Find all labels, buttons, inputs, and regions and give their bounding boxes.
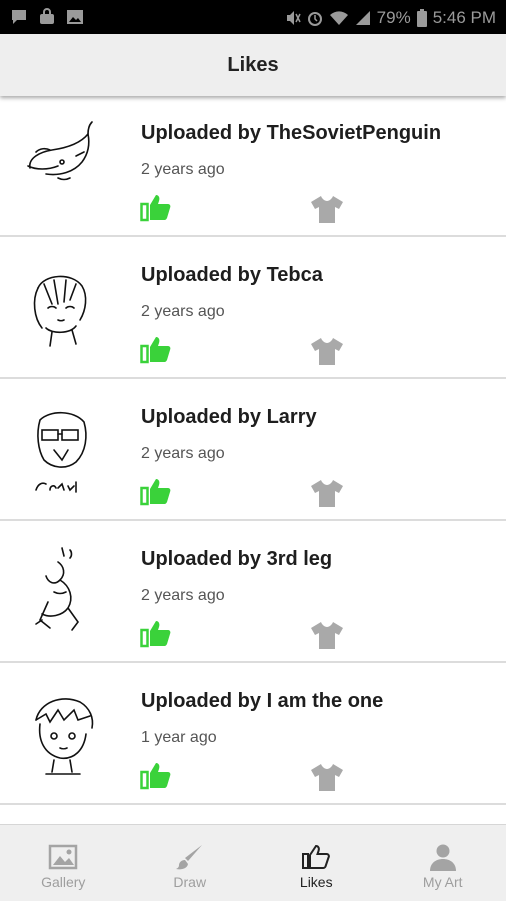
bag-icon xyxy=(38,8,56,26)
status-bar: 79% 5:46 PM xyxy=(0,0,506,34)
brush-icon xyxy=(175,843,205,871)
list-item[interactable]: Uploaded by Tebca 2 years ago xyxy=(0,238,506,379)
chat-icon xyxy=(10,8,28,26)
nav-item-gallery[interactable]: Gallery xyxy=(0,825,127,901)
page-title: Likes xyxy=(227,54,278,77)
tshirt-icon[interactable] xyxy=(310,336,344,366)
nav-item-my-art[interactable]: My Art xyxy=(380,825,506,901)
nav-item-likes[interactable]: Likes xyxy=(253,825,380,901)
drawing-thumbnail[interactable] xyxy=(18,400,104,496)
signal-icon xyxy=(355,9,371,27)
drawing-thumbnail[interactable] xyxy=(18,542,104,638)
alarm-icon xyxy=(307,9,323,27)
image-icon xyxy=(66,8,84,26)
thumbs-up-icon xyxy=(301,843,331,871)
list-item[interactable]: Uploaded by Larry 2 years ago xyxy=(0,380,506,521)
gallery-icon xyxy=(48,843,78,871)
battery-percentage: 79% xyxy=(377,8,411,28)
uploader-name: Uploaded by 3rd leg xyxy=(141,548,332,571)
thumbs-up-icon[interactable] xyxy=(140,192,172,222)
upload-time: 2 years ago xyxy=(141,161,225,179)
nav-label-my-art: My Art xyxy=(423,874,463,890)
tshirt-icon[interactable] xyxy=(310,762,344,792)
thumbs-up-icon[interactable] xyxy=(140,618,172,648)
person-icon xyxy=(428,843,458,871)
uploader-name: Uploaded by Tebca xyxy=(141,264,323,287)
drawing-thumbnail[interactable] xyxy=(18,116,104,212)
notification-icons xyxy=(10,8,84,26)
upload-time: 2 years ago xyxy=(141,303,225,321)
upload-time: 1 year ago xyxy=(141,729,217,747)
nav-label-draw: Draw xyxy=(173,874,206,890)
thumbs-up-icon[interactable] xyxy=(140,476,172,506)
app-header: Likes xyxy=(0,34,506,96)
mute-icon xyxy=(285,9,301,27)
bottom-navigation: Gallery Draw Likes My Art xyxy=(0,824,506,901)
tshirt-icon[interactable] xyxy=(310,478,344,508)
clock: 5:46 PM xyxy=(433,8,496,28)
tshirt-icon[interactable] xyxy=(310,620,344,650)
uploader-name: Uploaded by TheSovietPenguin xyxy=(141,122,441,145)
thumbs-up-icon[interactable] xyxy=(140,334,172,364)
upload-time: 2 years ago xyxy=(141,587,225,605)
uploader-name: Uploaded by Larry xyxy=(141,406,317,429)
nav-item-draw[interactable]: Draw xyxy=(127,825,254,901)
upload-time: 2 years ago xyxy=(141,445,225,463)
wifi-icon xyxy=(329,9,349,27)
system-status: 79% 5:46 PM xyxy=(285,8,496,28)
uploader-name: Uploaded by I am the one xyxy=(141,690,383,713)
likes-list[interactable]: Uploaded by TheSovietPenguin 2 years ago… xyxy=(0,96,506,824)
thumbs-up-icon[interactable] xyxy=(140,760,172,790)
list-item[interactable]: Uploaded by TheSovietPenguin 2 years ago xyxy=(0,96,506,237)
nav-label-gallery: Gallery xyxy=(41,874,85,890)
nav-label-likes: Likes xyxy=(300,874,333,890)
drawing-thumbnail[interactable] xyxy=(18,684,104,780)
tshirt-icon[interactable] xyxy=(310,194,344,224)
drawing-thumbnail[interactable] xyxy=(18,258,104,354)
battery-icon xyxy=(417,9,427,27)
list-item[interactable]: Uploaded by I am the one 1 year ago xyxy=(0,664,506,805)
list-item[interactable]: Uploaded by 3rd leg 2 years ago xyxy=(0,522,506,663)
